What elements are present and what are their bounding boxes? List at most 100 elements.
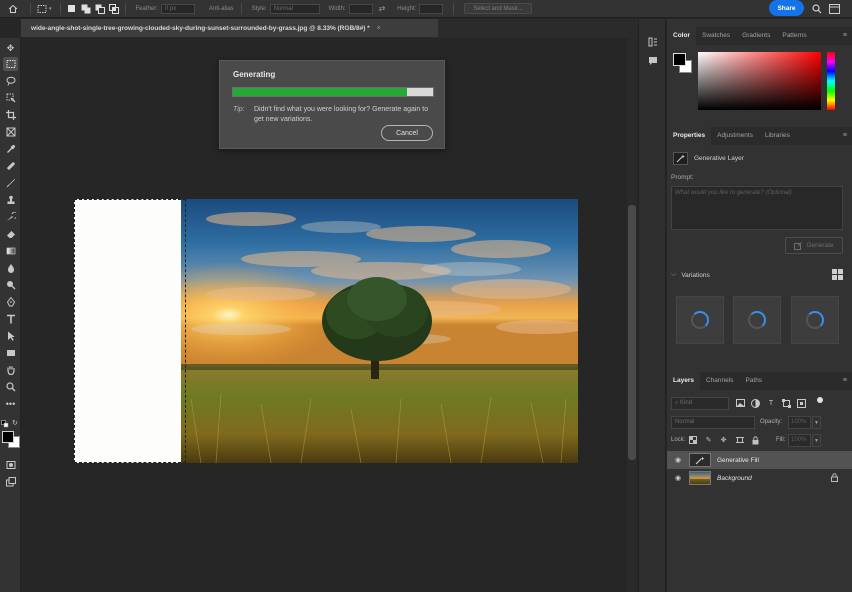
- panel-menu-icon[interactable]: ≡: [843, 377, 847, 384]
- history-brush-tool-icon[interactable]: [3, 210, 18, 224]
- anti-alias-checkbox[interactable]: Anti-alias: [209, 6, 234, 12]
- rectangular-marquee-tool-icon[interactable]: [3, 57, 18, 71]
- tools-panel: ✥ ••• ↻: [0, 38, 21, 592]
- foreground-color-swatch[interactable]: [673, 53, 686, 66]
- tab-layers[interactable]: Layers: [667, 372, 700, 390]
- tab-gradients[interactable]: Gradients: [736, 27, 776, 45]
- hue-slider[interactable]: [827, 52, 835, 110]
- feather-input[interactable]: 0 px: [160, 3, 195, 14]
- object-selection-tool-icon[interactable]: [3, 91, 18, 105]
- search-icon[interactable]: [810, 2, 823, 15]
- more-tools-icon[interactable]: •••: [3, 397, 18, 411]
- color-field[interactable]: [698, 52, 821, 110]
- tab-paths[interactable]: Paths: [739, 372, 768, 390]
- lock-all-icon[interactable]: [751, 435, 760, 445]
- crop-tool-icon[interactable]: [3, 108, 18, 122]
- lock-artboard-icon[interactable]: [735, 435, 744, 445]
- foreground-color-swatch[interactable]: [2, 431, 14, 443]
- filter-toggle-icon[interactable]: [815, 395, 825, 405]
- zoom-tool-icon[interactable]: [3, 380, 18, 394]
- blend-mode-select[interactable]: Normal: [671, 416, 755, 429]
- dodge-tool-icon[interactable]: [3, 278, 18, 292]
- eyedropper-tool-icon[interactable]: [3, 142, 18, 156]
- move-tool-icon[interactable]: ✥: [3, 41, 18, 55]
- height-input[interactable]: [419, 3, 444, 14]
- chevron-down-icon[interactable]: ▼: [812, 434, 821, 447]
- lasso-tool-icon[interactable]: [3, 74, 18, 88]
- history-icon[interactable]: [647, 36, 659, 48]
- workspace-icon[interactable]: [828, 2, 841, 15]
- document-tab[interactable]: wide-angle-shot-single-tree-growing-clou…: [21, 19, 438, 38]
- lock-image-pixels-icon[interactable]: ✎: [704, 435, 713, 445]
- style-label: Style:: [251, 5, 267, 12]
- select-and-mask-button[interactable]: Select and Mask...: [464, 3, 532, 14]
- intersect-selection-icon[interactable]: [108, 3, 119, 14]
- image-filter-icon[interactable]: [735, 398, 745, 408]
- layer-filter-kind[interactable]: ⌕ Kind: [671, 397, 729, 410]
- default-colors-icon[interactable]: [1, 420, 9, 428]
- tab-channels[interactable]: Channels: [700, 372, 739, 390]
- variation-thumbnail[interactable]: [791, 296, 839, 344]
- generate-button[interactable]: Generate: [785, 237, 843, 254]
- brush-tool-icon[interactable]: [3, 176, 18, 190]
- lock-transparent-pixels-icon[interactable]: [688, 435, 697, 445]
- tab-adjustments[interactable]: Adjustments: [711, 127, 759, 145]
- panel-menu-icon[interactable]: ≡: [843, 132, 847, 139]
- screen-mode-icon[interactable]: [3, 475, 18, 489]
- tab-patterns[interactable]: Patterns: [776, 27, 812, 45]
- hand-tool-icon[interactable]: [3, 363, 18, 377]
- prompt-input[interactable]: What would you like to generate? (Option…: [671, 186, 843, 230]
- fill-input[interactable]: 100%: [788, 434, 811, 447]
- lock-position-icon[interactable]: ✥: [719, 435, 728, 445]
- eraser-tool-icon[interactable]: [3, 227, 18, 241]
- layer-row[interactable]: ◉ Generative Fill: [667, 451, 852, 469]
- pen-tool-icon[interactable]: [3, 295, 18, 309]
- opacity-input[interactable]: 100%: [788, 416, 811, 429]
- new-selection-icon[interactable]: [67, 4, 77, 14]
- variation-thumbnail[interactable]: [733, 296, 781, 344]
- quick-mask-icon[interactable]: [3, 458, 18, 472]
- scrollbar-thumb[interactable]: [628, 205, 636, 460]
- chevron-down-icon[interactable]: ▾: [49, 6, 52, 12]
- type-filter-icon[interactable]: T: [766, 398, 776, 408]
- tab-swatches[interactable]: Swatches: [696, 27, 736, 45]
- width-input[interactable]: [348, 3, 373, 14]
- rectangle-tool-icon[interactable]: [3, 346, 18, 360]
- rectangular-marquee-icon[interactable]: [37, 4, 47, 14]
- healing-brush-tool-icon[interactable]: [3, 159, 18, 173]
- gradient-tool-icon[interactable]: [3, 244, 18, 258]
- chevron-down-icon[interactable]: ▼: [812, 416, 821, 429]
- tab-properties[interactable]: Properties: [667, 127, 712, 145]
- adjustment-filter-icon[interactable]: [750, 398, 760, 408]
- progress-bar-fill: [233, 88, 407, 96]
- grid-view-icon[interactable]: [832, 269, 843, 280]
- path-selection-tool-icon[interactable]: [3, 329, 18, 343]
- chevron-down-icon[interactable]: ⌵: [671, 271, 676, 279]
- subtract-from-selection-icon[interactable]: [95, 4, 105, 14]
- variations-header[interactable]: ⌵ Variations: [671, 269, 843, 281]
- share-button[interactable]: Share: [769, 0, 804, 16]
- type-tool-icon[interactable]: [3, 312, 18, 326]
- clone-stamp-tool-icon[interactable]: [3, 193, 18, 207]
- tab-libraries[interactable]: Libraries: [759, 127, 796, 145]
- blur-tool-icon[interactable]: [3, 261, 18, 275]
- eye-icon[interactable]: ◉: [670, 456, 686, 464]
- smart-object-filter-icon[interactable]: [796, 398, 806, 408]
- add-to-selection-icon[interactable]: [81, 4, 91, 14]
- lock-icon[interactable]: [831, 472, 838, 484]
- layer-row[interactable]: ◉ Background: [667, 469, 852, 487]
- shape-filter-icon[interactable]: [781, 398, 791, 408]
- frame-tool-icon[interactable]: [3, 125, 18, 139]
- close-icon[interactable]: ×: [377, 25, 381, 32]
- swap-width-height-icon[interactable]: ⇄: [379, 4, 386, 13]
- eye-icon[interactable]: ◉: [670, 474, 686, 482]
- style-select[interactable]: Normal: [269, 3, 320, 14]
- cancel-button[interactable]: Cancel: [381, 125, 433, 141]
- dialog-title: Generating: [233, 70, 276, 79]
- tab-color[interactable]: Color: [667, 27, 696, 45]
- comments-icon[interactable]: [647, 55, 659, 67]
- variation-thumbnail[interactable]: [676, 296, 724, 344]
- panel-menu-icon[interactable]: ≡: [843, 32, 847, 39]
- home-icon[interactable]: [8, 4, 18, 14]
- swap-colors-icon[interactable]: ↻: [12, 419, 18, 427]
